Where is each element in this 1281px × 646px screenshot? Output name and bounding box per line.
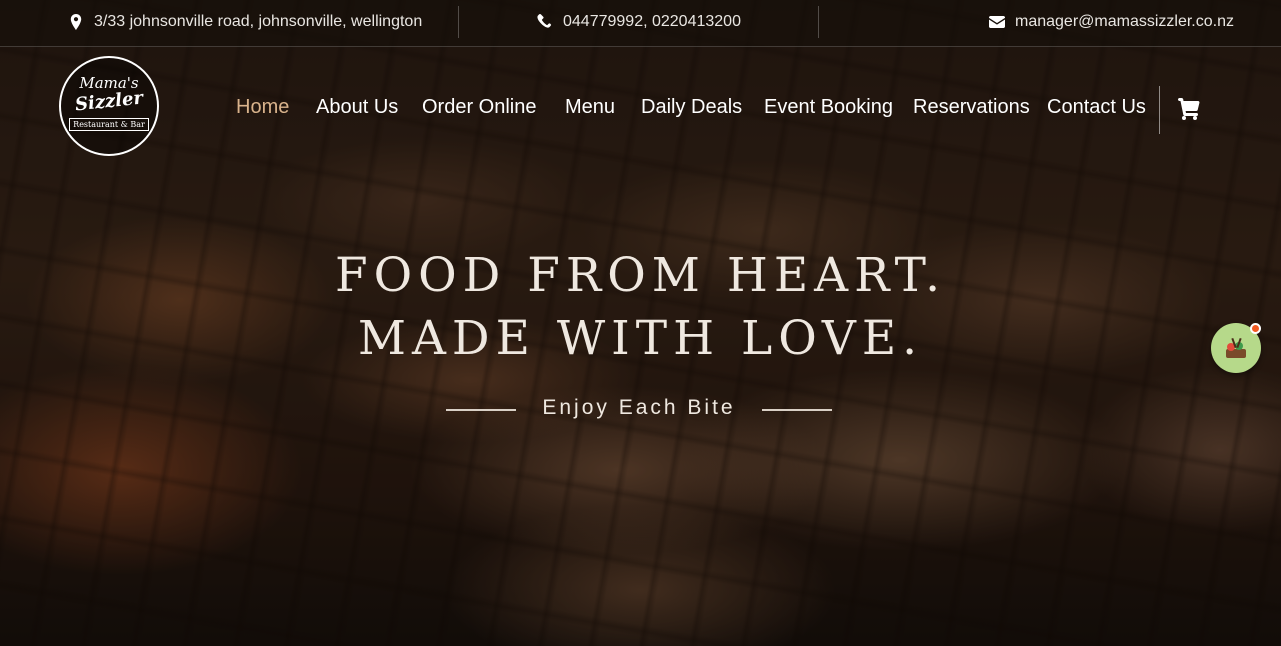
nav-item-menu[interactable]: Menu [565,96,615,119]
phone-icon [537,14,553,28]
nav-item-daily-deals[interactable]: Daily Deals [641,96,742,119]
nav-item-order-online[interactable]: Order Online [422,96,537,119]
nav-item-reservations[interactable]: Reservations [913,96,1030,119]
email-text: manager@mamassizzler.co.nz [1015,13,1234,30]
main-navigation: Home About Us Order Online Menu Daily De… [0,86,1281,134]
address-text: 3/33 johnsonville road, johnsonville, we… [94,13,423,30]
hero-tagline: Enjoy Each Bite [542,396,736,419]
hero-headline-line-1: FOOD FROM HEART. [334,248,947,303]
topbar-divider [458,6,459,38]
map-pin-icon [70,14,82,30]
nav-divider [1159,86,1160,134]
top-info-bar: 3/33 johnsonville road, johnsonville, we… [0,0,1281,47]
shopping-cart-icon [1178,98,1200,120]
phone-text: 044779992, 0220413200 [563,13,741,30]
notification-badge [1250,323,1261,334]
tagline-left-rule [446,409,516,411]
floating-order-widget[interactable] [1211,323,1261,373]
tagline-right-rule [762,409,832,411]
envelope-icon [989,16,1005,28]
nav-item-contact-us[interactable]: Contact Us [1047,96,1146,119]
nav-item-about-us[interactable]: About Us [316,96,398,119]
hero-tagline-row: Enjoy Each Bite [446,396,832,424]
email-info[interactable]: manager@mamassizzler.co.nz [989,0,1234,44]
nav-item-event-booking[interactable]: Event Booking [764,96,893,119]
cart-button[interactable] [1178,98,1200,120]
food-order-widget-icon [1226,337,1246,358]
nav-item-home[interactable]: Home [236,96,289,119]
phone-info[interactable]: 044779992, 0220413200 [537,0,741,44]
address-info[interactable]: 3/33 johnsonville road, johnsonville, we… [68,0,422,44]
topbar-divider [818,6,819,38]
hero-headline-line-2: MADE WITH LOVE. [357,311,924,366]
